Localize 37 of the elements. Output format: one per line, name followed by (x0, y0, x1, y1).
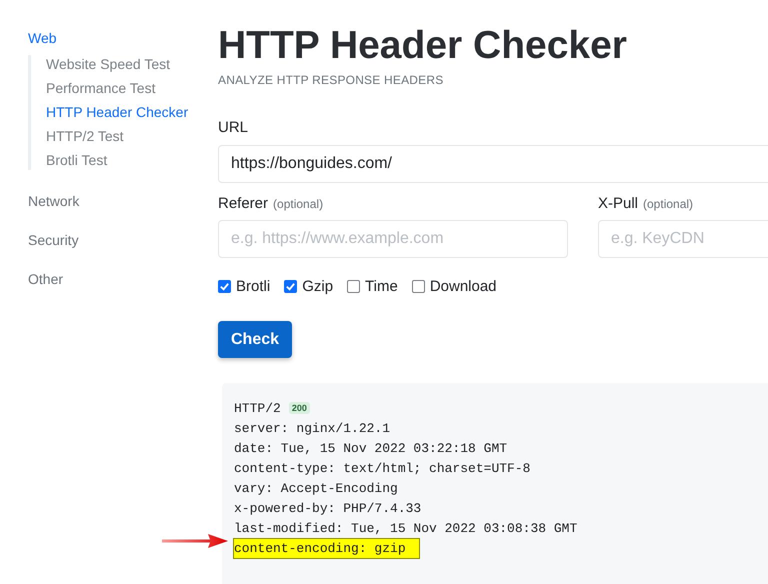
header-line: x-powered-by: PHP/7.4.33 (234, 500, 422, 516)
referer-field[interactable]: e.g. https://www.example.com (218, 220, 568, 258)
field-label: X-Pull (598, 195, 638, 212)
header-line: server: nginx/1.22.1 (234, 420, 390, 436)
sidebar-subitem[interactable]: HTTP/2 Test (46, 127, 124, 146)
sidebar-item[interactable]: Other (28, 271, 64, 287)
x-pull-field[interactable]: e.g. KeyCDN (598, 220, 768, 258)
checkbox[interactable] (284, 280, 298, 293)
check-button[interactable]: Check (218, 321, 292, 358)
field-label: URL (218, 119, 248, 136)
header-line: content-type: text/html; charset=UTF-8 (234, 460, 530, 476)
sidebar-item[interactable]: Web (28, 30, 57, 46)
sidebar-subitem[interactable]: Performance Test (46, 79, 156, 98)
header-line: last-modified: Tue, 15 Nov 2022 03:08:38 GMT (234, 520, 578, 536)
sidebar-subitem[interactable]: Website Speed Test (46, 55, 170, 74)
header-line: date: Tue, 15 Nov 2022 03:22:18 GMT (234, 440, 508, 456)
checkbox[interactable] (412, 280, 425, 293)
sidebar-subitem[interactable]: HTTP Header Checker (46, 103, 188, 122)
page-title: HTTP Header Checker (218, 23, 627, 69)
protocol-text: HTTP/2 (234, 400, 281, 416)
arrow-icon (162, 533, 228, 549)
url-field[interactable]: https://bonguides.com/ (218, 145, 768, 183)
checkbox-label[interactable]: Gzip (302, 278, 334, 295)
field-label: Referer (218, 195, 268, 212)
sidebar-item[interactable]: Security (28, 232, 79, 248)
checkbox-label[interactable]: Download (430, 278, 497, 295)
checkbox-label[interactable]: Brotli (236, 278, 270, 295)
checkbox[interactable] (347, 280, 360, 293)
sidebar-subitem[interactable]: Brotli Test (46, 151, 108, 170)
sidebar-item[interactable]: Network (28, 193, 80, 209)
header-line: vary: Accept-Encoding (234, 480, 398, 496)
status-badge: 200 (288, 402, 310, 414)
optional-hint: (optional) (643, 197, 694, 211)
page-subtitle: ANALYZE HTTP RESPONSE HEADERS (218, 73, 444, 87)
optional-hint: (optional) (273, 197, 324, 211)
checkbox-label[interactable]: Time (365, 278, 398, 295)
checkbox[interactable] (218, 280, 231, 293)
